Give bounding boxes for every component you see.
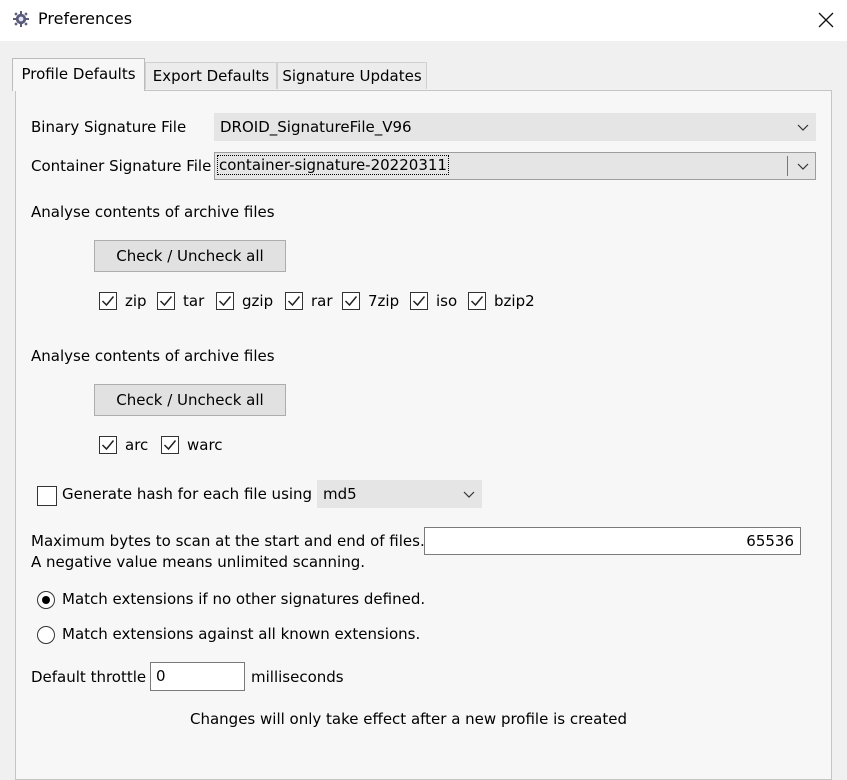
checkmark-icon xyxy=(163,440,177,451)
match-extensions-all-known-label: Match extensions against all known exten… xyxy=(62,625,421,643)
match-extensions-no-signatures-radio[interactable] xyxy=(37,591,55,609)
tab-signature-updates[interactable]: Signature Updates xyxy=(277,62,427,89)
container-signature-value: container-signature-20220311 xyxy=(217,155,449,175)
window-title: Preferences xyxy=(38,9,133,28)
warc-checkbox[interactable] xyxy=(161,436,179,454)
throttle-value: 0 xyxy=(156,667,166,685)
close-button[interactable] xyxy=(812,6,840,34)
match-extensions-all-known-radio[interactable] xyxy=(37,626,55,644)
checkmark-icon xyxy=(101,296,115,307)
7zip-checkbox[interactable] xyxy=(342,292,360,310)
binary-signature-dropdown[interactable]: DROID_SignatureFile_V96 xyxy=(214,113,816,141)
checkmark-icon xyxy=(159,296,173,307)
throttle-unit: milliseconds xyxy=(251,668,344,686)
close-icon xyxy=(818,12,834,28)
7zip-label: 7zip xyxy=(368,292,400,310)
max-bytes-label: Maximum bytes to scan at the start and e… xyxy=(31,532,425,550)
hash-algorithm-dropdown[interactable]: md5 xyxy=(317,480,482,508)
hash-algorithm-value: md5 xyxy=(323,485,357,503)
checkmark-icon xyxy=(344,296,358,307)
chevron-down-icon xyxy=(797,124,809,131)
checkmark-icon xyxy=(101,440,115,451)
rar-label: rar xyxy=(311,292,333,310)
gzip-label: gzip xyxy=(242,292,274,310)
gear-icon xyxy=(12,10,30,28)
tar-label: tar xyxy=(183,292,205,310)
tar-checkbox[interactable] xyxy=(157,292,175,310)
iso-label: iso xyxy=(436,292,458,310)
tab-export-defaults[interactable]: Export Defaults xyxy=(145,62,277,89)
checkmark-icon xyxy=(218,296,232,307)
arc-label: arc xyxy=(125,436,149,454)
binary-signature-value: DROID_SignatureFile_V96 xyxy=(220,118,412,136)
throttle-label: Default throttle xyxy=(31,668,147,686)
container-signature-dropdown[interactable]: container-signature-20220311 xyxy=(214,152,816,180)
checkmark-icon xyxy=(287,296,301,307)
binary-signature-label: Binary Signature File xyxy=(31,118,187,136)
bzip2-checkbox[interactable] xyxy=(468,292,486,310)
chevron-down-icon xyxy=(797,163,809,170)
profile-change-note: Changes will only take effect after a ne… xyxy=(190,710,627,728)
zip-checkbox[interactable] xyxy=(99,292,117,310)
tab-profile-defaults[interactable]: Profile Defaults xyxy=(12,58,145,91)
zip-label: zip xyxy=(125,292,147,310)
bzip2-label: bzip2 xyxy=(494,292,535,310)
generate-hash-checkbox[interactable] xyxy=(37,486,57,506)
generate-hash-label: Generate hash for each file using xyxy=(62,485,313,503)
checkmark-icon xyxy=(470,296,484,307)
container-signature-label: Container Signature File xyxy=(31,157,212,175)
gzip-checkbox[interactable] xyxy=(216,292,234,310)
match-extensions-no-signatures-label: Match extensions if no other signatures … xyxy=(62,590,426,608)
max-bytes-input[interactable]: 65536 xyxy=(424,527,801,555)
max-bytes-value: 65536 xyxy=(746,532,794,550)
archive-section-heading: Analyse contents of archive files xyxy=(31,347,275,365)
rar-checkbox[interactable] xyxy=(285,292,303,310)
iso-checkbox[interactable] xyxy=(410,292,428,310)
check-uncheck-all-button[interactable]: Check / Uncheck all xyxy=(94,240,286,272)
max-bytes-hint: A negative value means unlimited scannin… xyxy=(31,553,366,571)
warc-label: warc xyxy=(187,436,223,454)
chevron-down-icon xyxy=(463,491,475,498)
archive-section-heading: Analyse contents of archive files xyxy=(31,203,275,221)
arc-checkbox[interactable] xyxy=(99,436,117,454)
check-uncheck-all-button[interactable]: Check / Uncheck all xyxy=(94,384,286,416)
checkmark-icon xyxy=(412,296,426,307)
throttle-input[interactable]: 0 xyxy=(150,662,245,691)
